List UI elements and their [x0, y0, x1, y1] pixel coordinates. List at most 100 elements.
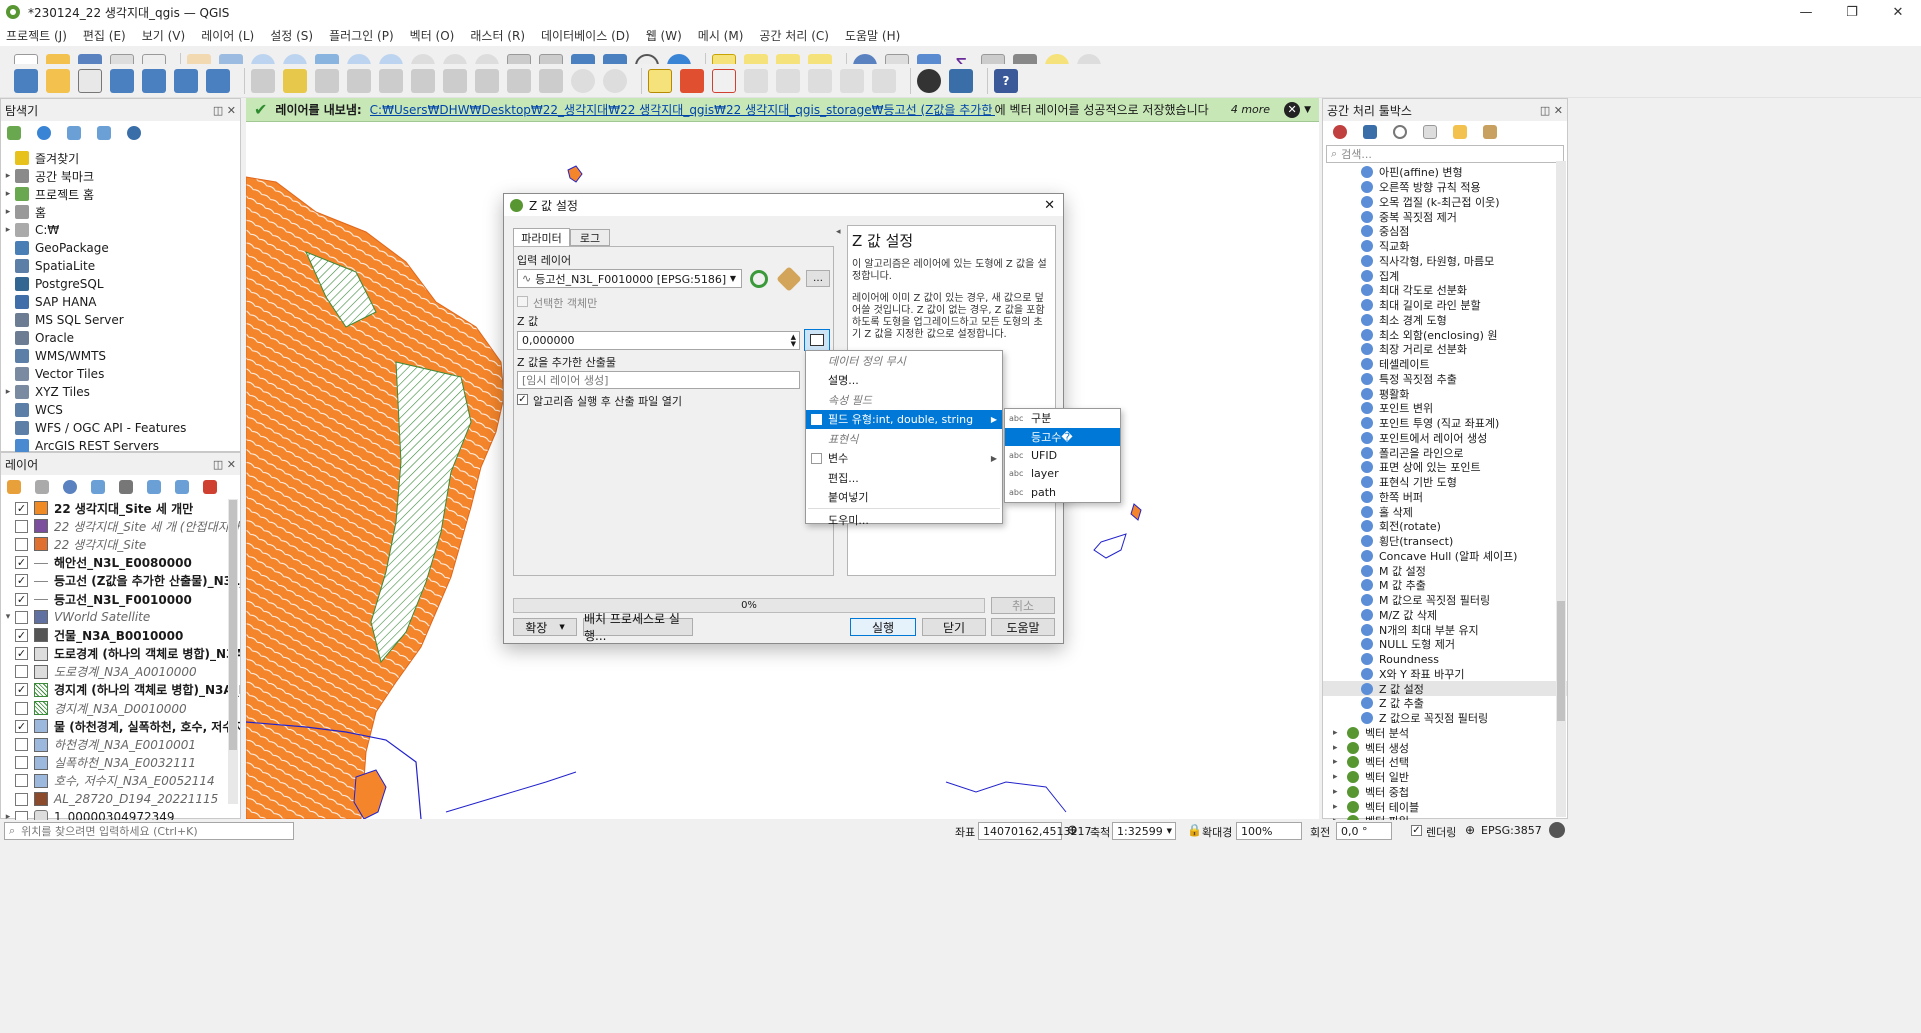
algorithm-item[interactable]: M 값 추출	[1361, 578, 1567, 593]
layer-row[interactable]: ✓ 건물_N3A_B0010000	[1, 626, 240, 644]
menu-plugins[interactable]: 플러그인 (P)	[329, 27, 394, 44]
expand-arrow-icon[interactable]: ▸	[1333, 772, 1347, 782]
browser-item[interactable]: WMS/WMTS	[1, 347, 240, 365]
layer-visibility-checkbox[interactable]	[15, 537, 28, 551]
layer-row[interactable]: ✓ 경지계 (하나의 객체로 병합)_N3A_D00	[1, 681, 240, 699]
crs-globe-icon[interactable]: ⊕	[1465, 823, 1475, 837]
cancel-button[interactable]: 취소	[991, 597, 1055, 614]
browser-item[interactable]: PostgreSQL	[1, 275, 240, 293]
scrollbar-thumb[interactable]	[229, 500, 237, 750]
cut-features-icon[interactable]	[475, 68, 499, 93]
rotate-label-icon[interactable]	[840, 68, 864, 93]
minimize-button[interactable]: —	[1783, 0, 1829, 24]
algorithm-item[interactable]: 표면 상에 있는 포인트	[1361, 460, 1567, 475]
algorithm-item[interactable]: 폴리곤을 라인으로	[1361, 445, 1567, 460]
scale-combo[interactable]: 1:32599 ▼	[1112, 822, 1176, 840]
z-value-input[interactable]: 0,000000 ▲ ▼	[517, 331, 800, 350]
expand-arrow-icon[interactable]: ▸	[1333, 743, 1347, 753]
add-wfs-layer-icon[interactable]	[206, 68, 230, 93]
browser-item[interactable]: Oracle	[1, 329, 240, 347]
coordinate-field[interactable]: 14070162,4513217	[978, 822, 1091, 840]
expand-arrow-icon[interactable]: ▸	[1, 171, 15, 181]
current-edits-icon[interactable]	[251, 68, 275, 93]
algorithm-item[interactable]: X와 Y 좌표 바꾸기	[1361, 667, 1567, 682]
layer-row[interactable]: ✓ 등고선 (Z값을 추가한 산출물)_N3L_F00	[1, 572, 240, 590]
algorithm-group[interactable]: ▸ 벡터 선택	[1333, 755, 1567, 770]
browser-item[interactable]: ▸ XYZ Tiles	[1, 383, 240, 401]
layer-visibility-checkbox[interactable]: ✓	[15, 647, 28, 661]
change-label-icon[interactable]	[872, 68, 896, 93]
algorithm-item[interactable]: 최소 경계 도형	[1361, 313, 1567, 328]
layer-visibility-checkbox[interactable]	[15, 610, 28, 624]
layer-row[interactable]: 호수, 저수지_N3A_E0052114	[1, 772, 240, 790]
toolbox-search-input[interactable]: ⌕ 검색...	[1326, 145, 1564, 163]
menu-help[interactable]: 도움말 (H)	[845, 27, 900, 44]
browser-item[interactable]: WFS / OGC API - Features	[1, 419, 240, 437]
layer-visibility-checkbox[interactable]	[15, 756, 28, 770]
lock-icon[interactable]: 🔒	[1187, 823, 1202, 837]
digitize-icon[interactable]	[347, 68, 371, 93]
algorithm-item[interactable]: 직교화	[1361, 239, 1567, 254]
tab-parameters[interactable]: 파라미터	[513, 228, 570, 246]
menu-project[interactable]: 프로젝트 (J)	[6, 27, 67, 44]
browser-item[interactable]: SpatiaLite	[1, 257, 240, 275]
expand-all-icon[interactable]	[147, 480, 161, 494]
layer-row[interactable]: ✓ 물 (하천경계, 실폭하천, 호수, 저수지 병	[1, 717, 240, 735]
collapse-all-icon[interactable]	[175, 480, 189, 494]
layer-visibility-checkbox[interactable]: ✓	[15, 628, 28, 642]
expand-arrow-icon[interactable]: ▸	[1, 387, 15, 397]
close-button[interactable]: 닫기	[922, 618, 986, 636]
algorithm-item[interactable]: 특정 꼭짓점 추출	[1361, 372, 1567, 387]
diagram-icon[interactable]	[680, 68, 704, 93]
help-button[interactable]: 도움말	[991, 618, 1055, 636]
scrollbar-thumb[interactable]	[1557, 601, 1565, 721]
menu-item-edit[interactable]: 편집...	[806, 468, 1002, 488]
refresh-icon[interactable]	[37, 126, 51, 140]
browser-item[interactable]: SAP HANA	[1, 293, 240, 311]
close-message-icon[interactable]: ✕	[1284, 101, 1301, 118]
close-window-button[interactable]: ✕	[1875, 0, 1921, 24]
add-wms-layer-icon[interactable]	[174, 68, 198, 93]
menu-settings[interactable]: 설정 (S)	[270, 27, 313, 44]
menu-view[interactable]: 보기 (V)	[142, 27, 185, 44]
layer-row[interactable]: ▾ VWorld Satellite	[1, 608, 240, 626]
panel-float-close-icon[interactable]: ◫ ✕	[213, 104, 236, 117]
run-button[interactable]: 실행	[850, 618, 916, 636]
submenu-field-contour-number[interactable]: 등고수�	[1005, 427, 1120, 446]
algorithm-item[interactable]: 집계	[1361, 268, 1567, 283]
models-icon[interactable]	[1333, 125, 1347, 139]
submenu-field-category[interactable]: abc 구분	[1005, 409, 1120, 428]
menu-item-field-type[interactable]: 필드 유형:int, double, string ▶	[806, 409, 1002, 429]
layer-visibility-checkbox[interactable]: ✓	[15, 556, 28, 570]
layer-visibility-checkbox[interactable]	[15, 738, 28, 752]
layers-scrollbar[interactable]	[228, 499, 238, 804]
maximize-button[interactable]: ❐	[1829, 0, 1875, 24]
algorithm-item[interactable]: Concave Hull (알파 셰이프)	[1361, 549, 1567, 564]
help-icon[interactable]: ?	[994, 68, 1018, 93]
panel-float-close-icon[interactable]: ◫ ✕	[1540, 104, 1563, 117]
menu-database[interactable]: 데이터베이스 (D)	[541, 27, 630, 44]
algorithm-group[interactable]: ▸ 벡터 테이블	[1333, 799, 1567, 814]
algorithm-item[interactable]: 평활화	[1361, 386, 1567, 401]
layer-visibility-checkbox[interactable]	[15, 665, 28, 679]
browser-item[interactable]: ▸ 프로젝트 홈	[1, 185, 240, 203]
toggle-editing-icon[interactable]	[283, 68, 307, 93]
layer-visibility-checkbox[interactable]: ✓	[15, 574, 28, 588]
layer-row[interactable]: ✓ 도로경계 (하나의 객체로 병합)_N3A_A0	[1, 645, 240, 663]
layer-visibility-checkbox[interactable]: ✓	[15, 592, 28, 606]
output-field[interactable]: [임시 레이어 생성]	[517, 371, 800, 389]
algorithm-item[interactable]: Z 값으로 꼭짓점 필터링	[1361, 711, 1567, 726]
add-raster-layer-icon[interactable]	[110, 68, 134, 93]
expand-arrow-icon[interactable]: ▸	[1, 189, 15, 199]
algorithm-item[interactable]: 최장 거리로 선분화	[1361, 342, 1567, 357]
browser-item[interactable]: ▸ C:₩	[1, 221, 240, 239]
algorithm-item[interactable]: 홀 삭제	[1361, 504, 1567, 519]
pin-labels-icon[interactable]	[744, 68, 768, 93]
label-tool-icon[interactable]	[648, 68, 672, 93]
layer-visibility-checkbox[interactable]: ✓	[15, 683, 28, 697]
panel-float-close-icon[interactable]: ◫ ✕	[213, 458, 236, 471]
algorithm-item[interactable]: 포인트에서 레이어 생성	[1361, 431, 1567, 446]
modify-attributes-icon[interactable]	[411, 68, 435, 93]
rotation-spinbox[interactable]: 0,0 °	[1336, 822, 1392, 840]
browser-item[interactable]: Vector Tiles	[1, 365, 240, 383]
